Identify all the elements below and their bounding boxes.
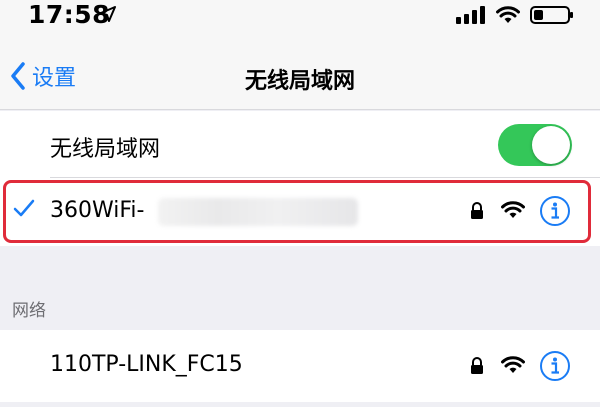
cellular-signal-icon [456, 6, 485, 24]
status-time: 17:58 [28, 0, 111, 29]
battery-icon [530, 6, 573, 24]
wifi-strength-icon [501, 356, 525, 373]
networks-section-header: 网络 [12, 301, 46, 321]
wifi-toggle-label: 无线局域网 [50, 137, 161, 162]
page-title: 无线局域网 [244, 69, 355, 94]
wifi-toggle-switch[interactable] [498, 124, 572, 166]
status-icons [456, 5, 574, 25]
status-bar: 17:58 [0, 0, 600, 38]
row-separator [50, 177, 600, 178]
network-name: 110TP-LINK_FC15 [50, 352, 243, 377]
wifi-signal-icon [496, 6, 520, 23]
wifi-toggle-row: 无线局域网 [0, 111, 600, 177]
navigation-bar: 设置 无线局域网 [0, 38, 600, 110]
info-icon[interactable] [539, 350, 571, 382]
toggle-knob [532, 126, 570, 164]
location-arrow-icon [100, 6, 116, 22]
lock-icon [471, 357, 483, 374]
connected-network-highlight [3, 180, 591, 243]
